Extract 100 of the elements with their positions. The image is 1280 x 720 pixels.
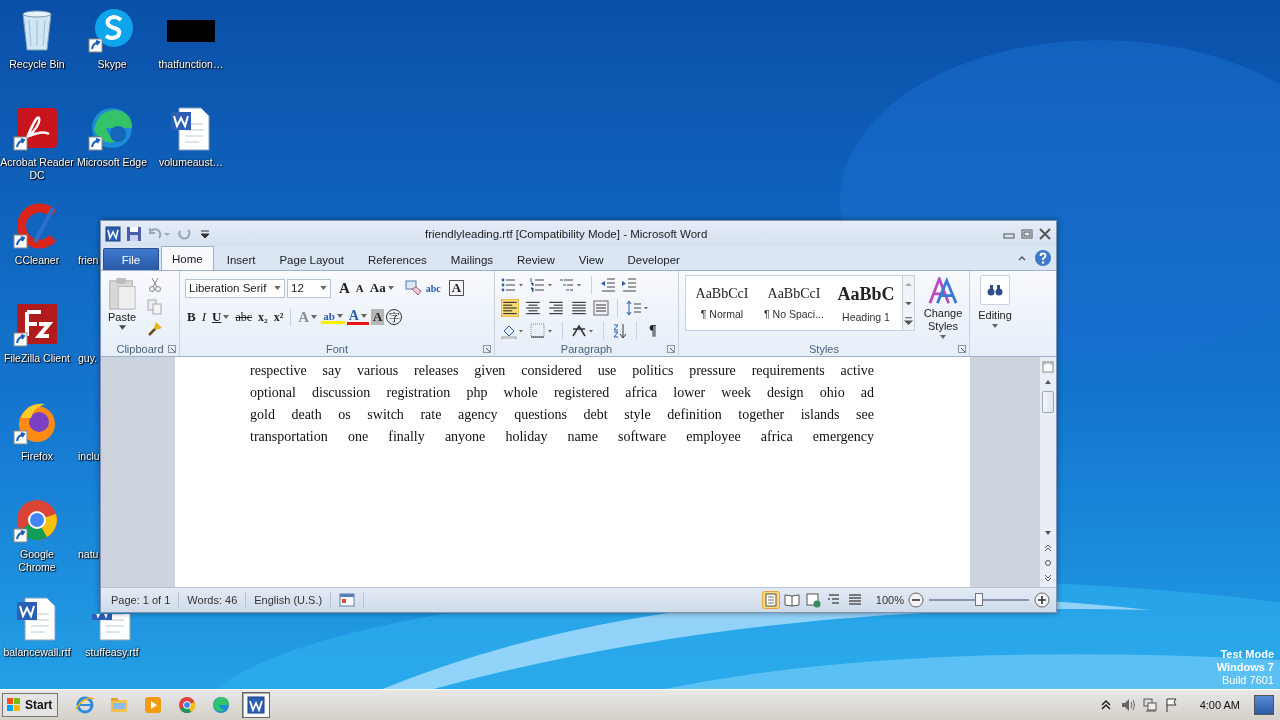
- e-browser-icon[interactable]: [75, 695, 96, 715]
- ribbon-tab[interactable]: References: [357, 248, 438, 270]
- align-center-icon[interactable]: [524, 299, 542, 317]
- align-justify-icon[interactable]: [570, 299, 588, 317]
- paste-button[interactable]: Paste: [105, 275, 139, 341]
- ribbon-tab[interactable]: Insert: [215, 248, 267, 270]
- clock[interactable]: 4:00 AM: [1199, 699, 1240, 711]
- increase-indent-icon[interactable]: [621, 277, 637, 293]
- scissors-icon[interactable]: [147, 277, 163, 293]
- dialog-launcher-icon[interactable]: [958, 345, 966, 353]
- icon-label[interactable]: Acrobat Reader DC: [0, 156, 74, 182]
- ribbon-tab[interactable]: View: [567, 248, 615, 270]
- format-button[interactable]: A: [346, 309, 369, 325]
- style-option[interactable]: AaBbC Heading 1: [830, 276, 902, 330]
- asian-layout-icon[interactable]: [571, 323, 595, 339]
- dialog-launcher-icon[interactable]: [168, 345, 176, 353]
- format-button[interactable]: U: [210, 306, 232, 328]
- borders-icon[interactable]: [530, 323, 554, 339]
- paint-bucket-icon[interactable]: [501, 323, 525, 339]
- icon-label[interactable]: frien: [78, 254, 99, 267]
- icon-label[interactable]: Firefox: [0, 450, 74, 463]
- format-button[interactable]: x²: [271, 306, 286, 328]
- font-name-field[interactable]: Liberation Serif: [185, 278, 285, 298]
- macro-icon[interactable]: [339, 593, 356, 607]
- change-styles-button[interactable]: Change Styles: [919, 275, 967, 341]
- zoom-level[interactable]: 100%: [875, 594, 904, 606]
- browse-object-icon[interactable]: [1042, 557, 1054, 569]
- start-button[interactable]: Start: [2, 693, 59, 717]
- book-icon[interactable]: [782, 591, 801, 609]
- editing-button[interactable]: Editing: [970, 271, 1020, 328]
- format-button[interactable]: abc: [423, 277, 443, 299]
- icon-label[interactable]: thatfunction…: [150, 58, 232, 71]
- network-icon[interactable]: [1141, 697, 1158, 713]
- close-icon[interactable]: [1038, 227, 1052, 240]
- scroll-thumb[interactable]: [1042, 391, 1054, 413]
- save-icon[interactable]: [126, 225, 142, 242]
- align-right-icon[interactable]: [547, 299, 565, 317]
- speaker-icon[interactable]: [1119, 697, 1136, 713]
- format-button[interactable]: abc: [233, 306, 255, 328]
- flag-icon[interactable]: [1163, 697, 1180, 713]
- word-count[interactable]: Words: 46: [179, 592, 247, 608]
- format-button[interactable]: B: [185, 306, 198, 328]
- language-indicator[interactable]: English (U.S.): [246, 592, 332, 608]
- next-page-icon[interactable]: [1042, 572, 1054, 584]
- brush-icon[interactable]: [147, 321, 163, 337]
- format-button[interactable]: A: [337, 277, 352, 299]
- format-button[interactable]: ab: [321, 310, 345, 324]
- previous-page-icon[interactable]: [1042, 542, 1054, 554]
- sort-icon[interactable]: [612, 323, 628, 339]
- file-tab[interactable]: File: [103, 248, 159, 270]
- multilevel-list-icon[interactable]: [559, 277, 583, 293]
- icon-label[interactable]: Google Chrome: [0, 548, 74, 574]
- style-option[interactable]: AaBbCcI ¶ Normal: [686, 276, 758, 330]
- help-icon[interactable]: [1034, 249, 1052, 267]
- distributed-icon[interactable]: [593, 300, 609, 316]
- cloud-logo-icon[interactable]: [88, 6, 136, 54]
- zoom-out-icon[interactable]: [908, 592, 924, 608]
- align-left-icon[interactable]: [501, 299, 519, 317]
- style-option[interactable]: AaBbCcI ¶ No Spaci...: [758, 276, 830, 330]
- format-button[interactable]: A: [448, 280, 465, 296]
- icon-label[interactable]: guy.: [78, 352, 98, 365]
- decrease-indent-icon[interactable]: [600, 277, 616, 293]
- dialog-launcher-icon[interactable]: [667, 345, 675, 353]
- document-text: transportation one finally anyone holiday name software employee africa emergency: [250, 428, 874, 446]
- icon-label[interactable]: CCleaner: [0, 254, 74, 267]
- page-count[interactable]: Page: 1 of 1: [103, 592, 180, 608]
- dialog-launcher-icon[interactable]: [483, 345, 491, 353]
- show-marks-button[interactable]: ¶: [645, 322, 661, 340]
- font-size-field[interactable]: 12: [287, 278, 331, 298]
- line-spacing-icon[interactable]: [626, 300, 650, 316]
- caret-icon: [992, 324, 998, 328]
- numbering-icon[interactable]: [530, 277, 554, 293]
- restore-icon[interactable]: [1020, 227, 1034, 240]
- document-app-icon[interactable]: [105, 225, 121, 242]
- format-button[interactable]: A: [353, 277, 366, 299]
- icon-label[interactable]: Recycle Bin: [0, 58, 74, 71]
- icon-label[interactable]: volumeaust…: [150, 156, 232, 169]
- icon-label[interactable]: Skype: [74, 58, 150, 71]
- ribbon-tab[interactable]: Home: [161, 246, 214, 270]
- icon-label[interactable]: FileZilla Client: [0, 352, 74, 365]
- eraser-icon[interactable]: [403, 279, 422, 297]
- icon-label[interactable]: Microsoft Edge: [74, 156, 150, 169]
- zoom-in-icon[interactable]: [1034, 592, 1050, 608]
- circle-logo-icon[interactable]: [177, 695, 198, 715]
- format-button[interactable]: I: [199, 306, 208, 328]
- bullets-icon[interactable]: [501, 277, 525, 293]
- zoom-slider-thumb[interactable]: [975, 593, 983, 606]
- format-button[interactable]: Aa: [367, 277, 396, 299]
- format-button[interactable]: A: [370, 309, 385, 325]
- ribbon-tab[interactable]: Mailings: [439, 248, 505, 270]
- swirl-icon[interactable]: [211, 695, 232, 715]
- print-layout-icon[interactable]: [761, 591, 780, 609]
- vertical-scrollbar[interactable]: [1039, 357, 1056, 587]
- ribbon-tab[interactable]: Page Layout: [268, 248, 356, 270]
- icon-label[interactable]: inclu: [78, 450, 100, 463]
- document-text: respective say various releases given considered use politics pressure requirements active: [250, 362, 874, 380]
- format-button[interactable]: x₂: [256, 306, 270, 328]
- ribbon-tab[interactable]: Review: [506, 248, 566, 270]
- globe-page-icon[interactable]: [803, 591, 822, 609]
- ribbon-tab[interactable]: Developer: [616, 248, 691, 270]
